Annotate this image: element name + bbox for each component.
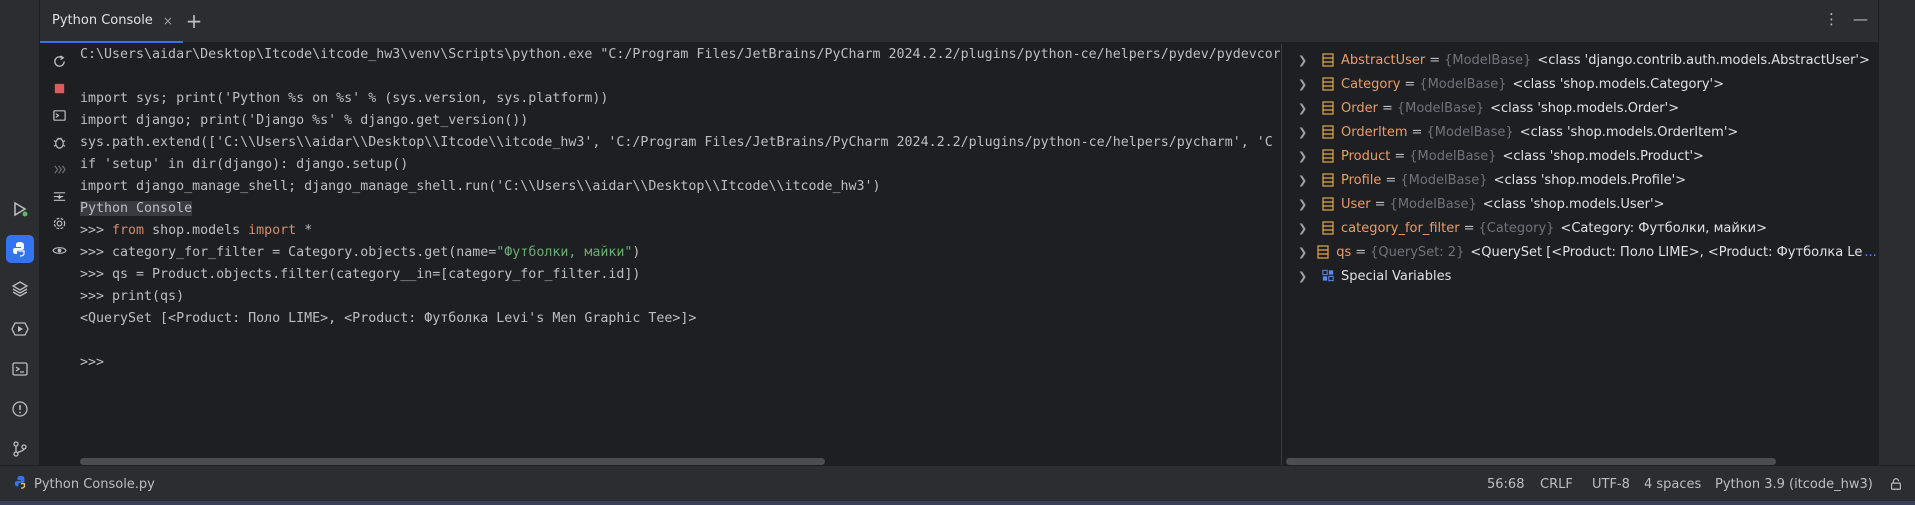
lock-icon[interactable]: [1889, 466, 1903, 502]
status-file-name: Python Console.py: [34, 476, 155, 492]
history-icon[interactable]: [49, 159, 69, 179]
status-bar: Python Console.py 56:68 CRLF UTF-8 4 spa…: [0, 465, 1915, 505]
status-file[interactable]: Python Console.py: [14, 466, 155, 502]
special-variables-icon: [1322, 269, 1334, 283]
chevron-right-icon[interactable]: ❯: [1298, 246, 1307, 259]
run-icon[interactable]: [6, 195, 34, 223]
variable-row[interactable]: ❯ qs = {QuerySet: 2} <QuerySet [<Product: П…: [1284, 240, 1878, 264]
console-line: import django_manage_shell; django_manag…: [80, 179, 881, 194]
chevron-right-icon[interactable]: ❯: [1298, 150, 1312, 163]
tab-python-console[interactable]: Python Console ×: [40, 0, 183, 43]
console-line: if 'setup' in dir(django): django.setup(…: [80, 157, 409, 172]
console-title-marker: Python Console: [80, 201, 193, 216]
indent-setting[interactable]: 4 spaces: [1644, 466, 1701, 502]
settings-icon[interactable]: [49, 213, 69, 233]
layers-icon[interactable]: [6, 275, 34, 303]
special-variables-row[interactable]: ❯ Special Variables: [1284, 264, 1878, 288]
console-line: >>> qs = Product.objects.filter(category…: [80, 267, 641, 282]
git-icon[interactable]: [6, 435, 34, 463]
field-icon: [1322, 101, 1334, 115]
rerun-icon[interactable]: [49, 51, 69, 71]
panel-divider[interactable]: [1281, 44, 1282, 465]
variable-row[interactable]: ❯ User = {ModelBase} <class 'shop.models.Us…: [1284, 192, 1878, 216]
console-toolbar: [40, 44, 77, 464]
console-horizontal-scrollbar[interactable]: [80, 458, 825, 465]
variable-row[interactable]: ❯ Order = {ModelBase} <class 'shop.models.O…: [1284, 96, 1878, 120]
field-icon: [1322, 125, 1334, 139]
python-console-icon[interactable]: [6, 235, 34, 263]
console-line: import django; print('Django %s' % djang…: [80, 113, 529, 128]
variable-row[interactable]: ❯ Category = {ModelBase} <class 'shop.model…: [1284, 72, 1878, 96]
chevron-right-icon[interactable]: ❯: [1298, 126, 1312, 139]
view-link[interactable]: ... View: [1864, 245, 1878, 260]
console-line: Python Console: [80, 198, 193, 220]
variable-row[interactable]: ❯ AbstractUser = {ModelBase} <class 'django…: [1284, 48, 1878, 72]
field-icon: [1317, 245, 1329, 259]
right-tool-strip: [1878, 0, 1915, 465]
console-line: >>> category_for_filter = Category.objec…: [80, 245, 641, 260]
variable-row[interactable]: ❯ Product = {ModelBase} <class 'shop.models…: [1284, 144, 1878, 168]
console-line: C:\Users\aidar\Desktop\Itcode\itcode_hw3…: [80, 47, 1280, 62]
field-icon: [1322, 53, 1334, 67]
show-variables-icon[interactable]: [49, 240, 69, 260]
python-file-icon: [14, 475, 28, 493]
variable-row[interactable]: ❯ OrderItem = {ModelBase} <class 'shop.mode…: [1284, 120, 1878, 144]
console-line: >>> from shop.models import *: [80, 223, 313, 238]
tool-window-header: Python Console × + ⋮ —: [40, 0, 1878, 43]
line-separator[interactable]: CRLF: [1540, 466, 1573, 502]
variables-horizontal-scrollbar[interactable]: [1286, 458, 1776, 465]
console-line: >>> print(qs): [80, 289, 185, 304]
close-icon[interactable]: ×: [163, 14, 173, 28]
field-icon: [1322, 173, 1334, 187]
soft-wrap-icon[interactable]: [49, 186, 69, 206]
tab-actions: ⋮ —: [1824, 10, 1868, 28]
chevron-right-icon[interactable]: ❯: [1298, 270, 1312, 283]
tab-title: Python Console: [52, 13, 153, 28]
chevron-right-icon[interactable]: ❯: [1298, 174, 1312, 187]
console-output[interactable]: C:\Users\aidar\Desktop\Itcode\itcode_hw3…: [77, 44, 1280, 454]
variable-row[interactable]: ❯ category_for_filter = {Category} <Categor…: [1284, 216, 1878, 240]
chevron-right-icon[interactable]: ❯: [1298, 54, 1312, 67]
add-tab-icon[interactable]: +: [182, 9, 206, 33]
field-icon: [1322, 77, 1334, 91]
more-options-icon[interactable]: ⋮: [1824, 10, 1839, 28]
services-icon[interactable]: [6, 315, 34, 343]
chevron-right-icon[interactable]: ❯: [1298, 78, 1312, 91]
variables-panel: ❯ AbstractUser = {ModelBase} <class 'django…: [1284, 44, 1878, 454]
console-line: import sys; print('Python %s on %s' % (s…: [80, 91, 609, 106]
console-line: <QuerySet [<Product: Поло LIME>, <Produc…: [80, 311, 697, 326]
python-interpreter[interactable]: Python 3.9 (itcode_hw3): [1715, 466, 1873, 502]
field-icon: [1322, 149, 1334, 163]
field-icon: [1322, 221, 1334, 235]
new-console-icon[interactable]: [49, 105, 69, 125]
field-icon: [1322, 197, 1334, 211]
chevron-right-icon[interactable]: ❯: [1298, 222, 1312, 235]
chevron-right-icon[interactable]: ❯: [1298, 198, 1312, 211]
console-line: sys.path.extend(['C:\\Users\\aidar\\Desk…: [80, 135, 1273, 150]
terminal-icon[interactable]: [6, 355, 34, 383]
file-encoding[interactable]: UTF-8: [1592, 466, 1630, 502]
debugger-icon[interactable]: [49, 132, 69, 152]
chevron-right-icon[interactable]: ❯: [1298, 102, 1312, 115]
taskbar-edge: [0, 501, 1915, 505]
stop-icon[interactable]: [49, 78, 69, 98]
minimize-icon[interactable]: —: [1853, 10, 1868, 28]
console-input-prompt[interactable]: >>>: [80, 352, 104, 374]
left-tool-strip: [0, 0, 40, 465]
variable-row[interactable]: ❯ Profile = {ModelBase} <class 'shop.models…: [1284, 168, 1878, 192]
problems-icon[interactable]: [6, 395, 34, 423]
caret-position[interactable]: 56:68: [1487, 466, 1524, 502]
